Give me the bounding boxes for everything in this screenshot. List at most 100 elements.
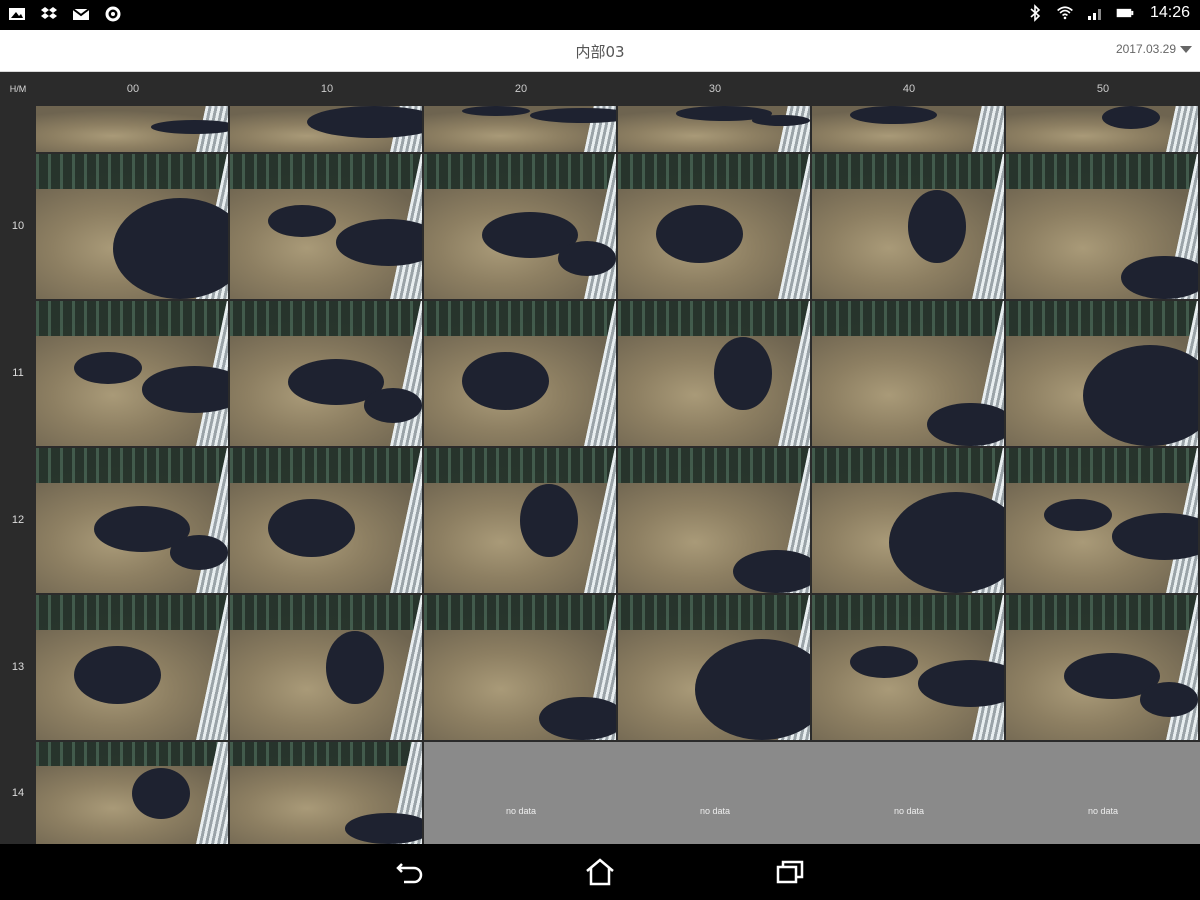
- camera-thumbnail[interactable]: [424, 154, 616, 299]
- status-right-icons: 14:26: [1026, 4, 1190, 22]
- camera-thumbnail[interactable]: [812, 106, 1004, 152]
- dropbox-icon: [40, 5, 58, 23]
- no-data-label: no data: [699, 806, 731, 816]
- hour-row-label: 12: [11, 514, 25, 526]
- status-bar: 14:26: [0, 0, 1200, 30]
- recents-icon: [776, 860, 804, 884]
- fence-graphic: [1006, 595, 1198, 630]
- camera-thumbnail[interactable]: [618, 154, 810, 299]
- fence-graphic: [812, 154, 1004, 189]
- animal-shape: [558, 241, 616, 276]
- hour-row-label: [0, 106, 36, 152]
- battery-icon: [1116, 4, 1134, 22]
- column-header: 50: [1096, 83, 1110, 95]
- mail-icon: [72, 5, 90, 23]
- fence-graphic: [36, 595, 228, 630]
- animal-shape: [326, 631, 384, 704]
- camera-thumbnail[interactable]: [230, 448, 422, 593]
- camera-thumbnail[interactable]: [812, 595, 1004, 740]
- camera-thumbnail[interactable]: [36, 154, 228, 299]
- chevron-down-icon: [1180, 45, 1192, 53]
- camera-thumbnail[interactable]: [36, 301, 228, 446]
- fence-graphic: [618, 301, 810, 336]
- camera-thumbnail[interactable]: [230, 106, 422, 152]
- fence-graphic: [36, 742, 228, 767]
- page-title: 内部03: [575, 43, 625, 61]
- back-icon: [396, 863, 423, 884]
- gallery-icon: [8, 5, 26, 23]
- camera-thumbnail[interactable]: [36, 106, 228, 152]
- fence-graphic: [812, 301, 1004, 336]
- no-data-label: no data: [505, 806, 537, 816]
- animal-shape: [539, 696, 616, 740]
- animal-shape: [1102, 106, 1160, 129]
- no-data-label: no data: [1087, 806, 1119, 816]
- camera-thumbnail[interactable]: [36, 742, 228, 844]
- status-time: 14:26: [1149, 4, 1190, 21]
- column-header: 30: [708, 83, 722, 95]
- no-data-label: no data: [893, 806, 925, 816]
- fence-graphic: [618, 448, 810, 483]
- corner-label: H/M: [9, 84, 27, 94]
- camera-thumbnail[interactable]: [230, 595, 422, 740]
- navigation-bar: [0, 844, 1200, 900]
- fence-graphic: [36, 154, 228, 189]
- fence-graphic: [36, 448, 228, 483]
- fence-graphic: [230, 301, 422, 336]
- fence-graphic: [230, 448, 422, 483]
- camera-thumbnail[interactable]: [36, 595, 228, 740]
- camera-thumbnail[interactable]: [812, 301, 1004, 446]
- fence-graphic: [1006, 154, 1198, 189]
- no-data-cell: no data: [618, 742, 812, 844]
- animal-shape: [462, 351, 549, 410]
- camera-thumbnail[interactable]: [1006, 106, 1198, 152]
- hour-row-label: 13: [11, 661, 25, 673]
- camera-thumbnail[interactable]: [424, 595, 616, 740]
- camera-thumbnail[interactable]: [424, 301, 616, 446]
- fence-graphic: [618, 595, 810, 630]
- back-button[interactable]: [392, 856, 428, 888]
- camera-thumbnail[interactable]: [1006, 595, 1198, 740]
- animal-shape: [927, 402, 1004, 446]
- camera-thumbnail[interactable]: [618, 595, 810, 740]
- animal-shape: [151, 119, 228, 134]
- fence-graphic: [1006, 301, 1198, 336]
- no-data-cell: no data: [1006, 742, 1200, 844]
- camera-thumbnail[interactable]: [812, 448, 1004, 593]
- fence-graphic: [424, 154, 616, 189]
- camera-thumbnail[interactable]: [424, 448, 616, 593]
- no-data-cell: no data: [424, 742, 618, 844]
- camera-thumbnail[interactable]: [424, 106, 616, 152]
- column-header: 10: [320, 83, 334, 95]
- animal-shape: [1044, 498, 1112, 531]
- recents-button[interactable]: [772, 856, 808, 888]
- camera-thumbnail[interactable]: [36, 448, 228, 593]
- settings-sync-icon: [104, 5, 122, 23]
- hour-row-label: 11: [12, 367, 24, 379]
- title-bar: 内部03 2017.03.29: [0, 30, 1200, 72]
- hour-row-label: 14: [11, 787, 25, 799]
- camera-thumbnail[interactable]: [812, 154, 1004, 299]
- camera-thumbnail[interactable]: [618, 106, 810, 152]
- camera-thumbnail[interactable]: [230, 301, 422, 446]
- no-data-cell: no data: [812, 742, 1006, 844]
- fence-graphic: [230, 595, 422, 630]
- camera-thumbnail[interactable]: [618, 448, 810, 593]
- date-dropdown[interactable]: 2017.03.29: [1116, 42, 1192, 56]
- bluetooth-icon: [1026, 4, 1044, 22]
- animal-shape: [74, 645, 161, 704]
- camera-thumbnail[interactable]: [230, 742, 422, 844]
- camera-thumbnail[interactable]: [618, 301, 810, 446]
- camera-thumbnail[interactable]: [1006, 154, 1198, 299]
- fence-graphic: [618, 154, 810, 189]
- wifi-icon: [1056, 4, 1074, 22]
- home-button[interactable]: [582, 856, 618, 888]
- camera-thumbnail[interactable]: [1006, 301, 1198, 446]
- signal-icon: [1086, 4, 1104, 22]
- animal-shape: [733, 549, 810, 593]
- animal-shape: [1140, 682, 1198, 717]
- date-value: 2017.03.29: [1115, 42, 1176, 56]
- minute-header-row: H/M 00 10 20 30 40 50: [0, 72, 1200, 106]
- camera-thumbnail[interactable]: [1006, 448, 1198, 593]
- camera-thumbnail[interactable]: [230, 154, 422, 299]
